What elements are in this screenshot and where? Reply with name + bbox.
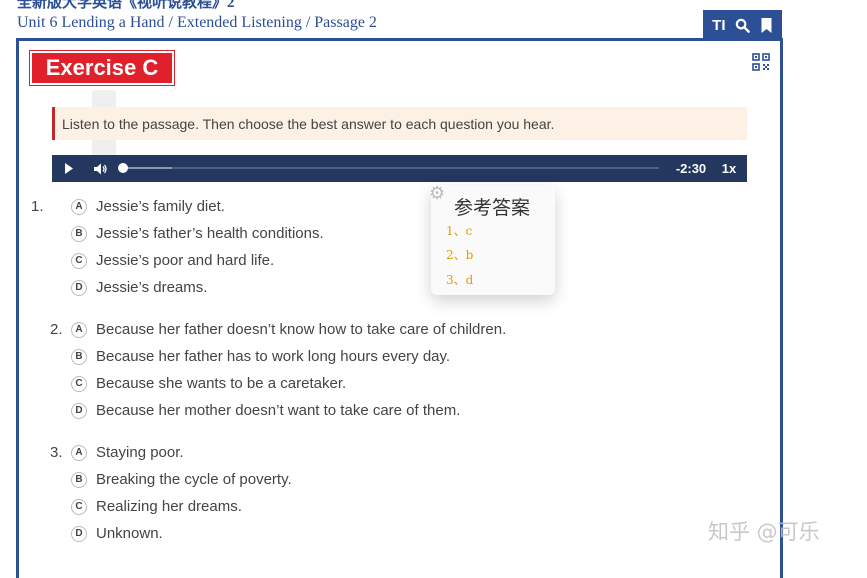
option-letter: B <box>71 348 87 365</box>
bookmark-button[interactable] <box>756 15 776 35</box>
exercise-title: Exercise C <box>30 51 174 85</box>
option-letter: C <box>71 498 87 515</box>
option-letter: D <box>71 402 87 419</box>
question-2-option-c[interactable]: C Because she wants to be a caretaker. <box>71 375 346 392</box>
option-text: Because her father has to work long hour… <box>96 348 451 365</box>
gear-icon[interactable]: ⚙ <box>429 183 445 204</box>
question-3-option-d[interactable]: D Unknown. <box>71 525 163 542</box>
option-text: Realizing her dreams. <box>96 498 242 515</box>
question-number: 1. <box>31 198 44 215</box>
option-letter: C <box>71 252 87 269</box>
question-1-option-d[interactable]: D Jessie’s dreams. <box>71 279 207 296</box>
answer-popup: ⚙ 参考答案 1、c 2、b 3、d <box>429 183 555 295</box>
buffered-bar <box>122 167 172 169</box>
question-1-option-b[interactable]: B Jessie’s father’s health conditions. <box>71 225 324 242</box>
option-letter: A <box>71 321 87 338</box>
answer-popup-title: 参考答案 <box>454 197 531 219</box>
option-text: Because her father doesn’t know how to t… <box>96 321 507 338</box>
play-icon <box>65 163 73 174</box>
time-remaining: -2:30 <box>675 161 707 176</box>
question-2-option-b[interactable]: B Because her father has to work long ho… <box>71 348 450 365</box>
breadcrumb[interactable]: Unit 6 Lending a Hand / Extended Listeni… <box>17 14 377 32</box>
volume-button[interactable] <box>86 155 116 182</box>
option-letter: D <box>71 525 87 542</box>
text-size-button[interactable]: TI <box>709 15 729 35</box>
instruction-text: Listen to the passage. Then choose the b… <box>52 107 747 140</box>
question-1-option-c[interactable]: C Jessie’s poor and hard life. <box>71 252 274 269</box>
play-button[interactable] <box>52 155 86 182</box>
toolbar: TI <box>703 10 782 40</box>
progress-rail <box>122 167 659 169</box>
question-3-option-a[interactable]: A Staying poor. <box>71 444 184 461</box>
option-text: Jessie’s father’s health conditions. <box>96 225 324 242</box>
option-letter: A <box>71 198 87 215</box>
watermark: 知乎 @可乐 <box>708 520 820 544</box>
bookmark-icon <box>761 17 772 33</box>
exercise-panel: Exercise C Listen to the passage. Then c… <box>16 38 783 578</box>
option-text: Jessie’s dreams. <box>96 279 208 296</box>
option-letter: B <box>71 225 87 242</box>
question-number: 3. <box>50 444 63 461</box>
question-3-option-b[interactable]: B Breaking the cycle of poverty. <box>71 471 292 488</box>
option-text: Because her mother doesn’t want to take … <box>96 402 461 419</box>
answer-item: 1、c <box>446 224 473 238</box>
question-2-option-a[interactable]: A Because her father doesn’t know how to… <box>71 321 506 338</box>
question-2-option-d[interactable]: D Because her mother doesn’t want to tak… <box>71 402 460 419</box>
option-text: Staying poor. <box>96 444 184 461</box>
answer-item: 2、b <box>446 248 474 262</box>
question-1-option-a[interactable]: A Jessie’s family diet. <box>71 198 225 215</box>
option-text: Jessie’s family diet. <box>96 198 225 215</box>
progress-thumb[interactable] <box>118 163 128 173</box>
option-letter: C <box>71 375 87 392</box>
book-title: 全新版大学英语《视听说教程》2 <box>17 0 235 11</box>
option-text: Breaking the cycle of poverty. <box>96 471 292 488</box>
playback-speed-button[interactable]: 1x <box>711 161 747 176</box>
option-text: Jessie’s poor and hard life. <box>96 252 275 269</box>
option-text: Unknown. <box>96 525 163 542</box>
question-number: 2. <box>50 321 63 338</box>
answer-item: 3、d <box>446 273 474 287</box>
search-icon <box>735 18 750 33</box>
option-letter: B <box>71 471 87 488</box>
search-button[interactable] <box>732 15 752 35</box>
option-letter: D <box>71 279 87 296</box>
qr-code-icon[interactable] <box>752 53 770 71</box>
audio-player: -2:30 1x <box>52 155 747 182</box>
progress-slider[interactable] <box>118 155 659 182</box>
volume-icon <box>94 163 107 174</box>
question-3-option-c[interactable]: C Realizing her dreams. <box>71 498 242 515</box>
option-text: Because she wants to be a caretaker. <box>96 375 347 392</box>
option-letter: A <box>71 444 87 461</box>
